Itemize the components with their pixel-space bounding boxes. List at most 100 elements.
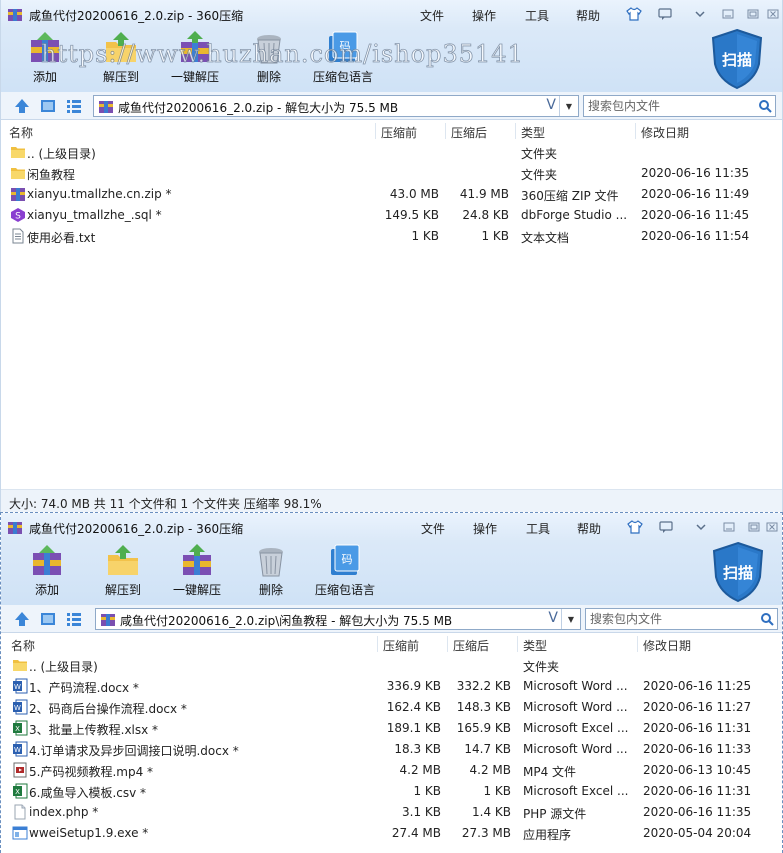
minimize-icon[interactable]: [720, 519, 738, 535]
col-after[interactable]: 压缩后: [451, 124, 487, 141]
svg-text:X: X: [15, 788, 20, 796]
path-dropdown-icon[interactable]: ▼: [561, 609, 580, 629]
scan-button[interactable]: 扫描: [709, 28, 765, 90]
col-name[interactable]: 名称: [9, 124, 33, 141]
skin-shirt-icon[interactable]: [626, 519, 644, 535]
file-row[interactable]: W 1、产码流程.docx * 336.9 KB 332.2 KB Microsoft …: [1, 675, 782, 696]
menu-file[interactable]: 文件: [420, 7, 444, 24]
file-row[interactable]: Sxianyu_tmallzhe_.sql * 149.5 KB 24.8 KB db…: [1, 204, 782, 225]
add-button[interactable]: 添加: [9, 30, 81, 85]
path-field[interactable]: 咸鱼代付20200616_2.0.zip\闲鱼教程 - 解包大小为 75.5 M…: [95, 608, 581, 630]
menu-tools[interactable]: 工具: [526, 520, 550, 537]
size-after: 1 KB: [483, 784, 511, 798]
menu-help[interactable]: 帮助: [576, 7, 600, 24]
maximize-icon[interactable]: [744, 6, 762, 22]
column-divider[interactable]: [635, 123, 636, 139]
path-field[interactable]: 咸鱼代付20200616_2.0.zip - 解包大小为 75.5 MB V ▼: [93, 95, 579, 117]
search-input[interactable]: [586, 609, 754, 629]
minimize-icon[interactable]: [719, 6, 737, 22]
scan-label: 扫描: [722, 564, 753, 582]
file-row[interactable]: .. (上级目录) 文件夹: [1, 654, 782, 675]
file-type: PHP 源文件: [523, 807, 587, 821]
col-date[interactable]: 修改日期: [643, 637, 691, 654]
file-row[interactable]: index.php * 3.1 KB 1.4 KB PHP 源文件 2020-06-16…: [1, 801, 782, 822]
file-row[interactable]: W 2、码商后台操作流程.docx * 162.4 KB 148.3 KB Micros…: [1, 696, 782, 717]
thumbnail-view-icon[interactable]: [39, 97, 57, 115]
menu-file[interactable]: 文件: [421, 520, 445, 537]
toolbar: 添加 解压到 一键解压 删除 码: [1, 541, 782, 605]
menu-operation[interactable]: 操作: [472, 7, 496, 24]
menu-chevron-icon[interactable]: [692, 519, 710, 535]
file-list: 名称 压缩前 压缩后 类型 修改日期 .. (上级目录) 文件夹 闲鱼教程 文件夹 20…: [1, 120, 782, 246]
file-row[interactable]: X 6.咸鱼导入模板.csv * 1 KB 1 KB Microsoft Excel .…: [1, 780, 782, 801]
delete-button[interactable]: 删除: [233, 30, 305, 85]
up-arrow-icon[interactable]: [13, 610, 31, 628]
archive-language-button[interactable]: 码 压缩包语言: [307, 30, 379, 85]
extract-to-button[interactable]: 解压到: [87, 543, 159, 598]
window-title: 咸鱼代付20200616_2.0.zip - 360压缩: [29, 9, 244, 23]
size-after: 1.4 KB: [472, 805, 511, 819]
col-name[interactable]: 名称: [11, 637, 35, 654]
skin-shirt-icon[interactable]: [625, 6, 643, 22]
message-icon[interactable]: [656, 6, 674, 22]
file-row[interactable]: W 4.订单请求及异步回调接口说明.docx * 18.3 KB 14.7 KB Mic…: [1, 738, 782, 759]
search-icon[interactable]: [758, 99, 772, 113]
file-row[interactable]: 闲鱼教程 文件夹 2020-06-16 11:35: [1, 162, 782, 183]
message-icon[interactable]: [657, 519, 675, 535]
file-row[interactable]: xianyu.tmallzhe.cn.zip * 43.0 MB 41.9 MB 36…: [1, 183, 782, 204]
archive-language-button[interactable]: 码 压缩包语言: [309, 543, 381, 598]
scan-button[interactable]: 扫描: [710, 541, 766, 603]
file-row[interactable]: wweiSetup1.9.exe * 27.4 MB 27.3 MB 应用程序 2020…: [1, 822, 782, 843]
search-icon[interactable]: [760, 612, 774, 626]
close-icon[interactable]: [764, 6, 782, 22]
menu-chevron-icon[interactable]: [691, 6, 709, 22]
file-row[interactable]: .. (上级目录) 文件夹: [1, 141, 782, 162]
menu-help[interactable]: 帮助: [577, 520, 601, 537]
one-click-extract-label: 一键解压: [170, 70, 219, 84]
modified-date: 2020-06-16 11:31: [643, 784, 752, 798]
col-date[interactable]: 修改日期: [641, 124, 689, 141]
col-type[interactable]: 类型: [521, 124, 545, 141]
delete-button[interactable]: 删除: [235, 543, 307, 598]
extract-to-label: 解压到: [104, 583, 141, 597]
file-type: 文件夹: [523, 660, 560, 674]
column-divider[interactable]: [515, 123, 516, 139]
extract-folder-icon: [108, 545, 138, 575]
close-icon[interactable]: [763, 519, 781, 535]
modified-date: 2020-06-16 11:33: [643, 742, 752, 756]
list-view-icon[interactable]: [65, 610, 83, 628]
up-arrow-icon[interactable]: [13, 97, 31, 115]
path-dropdown-icon[interactable]: ▼: [559, 96, 578, 116]
status-text: 大小: 74.0 MB 共 11 个文件和 1 个文件夹 压缩率 98.1%: [9, 497, 322, 511]
one-click-extract-button[interactable]: 一键解压: [161, 543, 233, 598]
folder-icon: [10, 144, 26, 160]
file-row[interactable]: 5.产码视频教程.mp4 * 4.2 MB 4.2 MB MP4 文件 2020-06-…: [1, 759, 782, 780]
col-type[interactable]: 类型: [523, 637, 547, 654]
file-type: Microsoft Word ...: [523, 742, 628, 756]
menu-operation[interactable]: 操作: [473, 520, 497, 537]
path-text: 咸鱼代付20200616_2.0.zip - 解包大小为 75.5 MB: [118, 101, 399, 115]
column-divider[interactable]: [445, 123, 446, 139]
col-before[interactable]: 压缩前: [383, 637, 419, 654]
file-row[interactable]: X 3、批量上传教程.xlsx * 189.1 KB 165.9 KB Microsof…: [1, 717, 782, 738]
column-divider[interactable]: [377, 636, 378, 652]
search-input[interactable]: [584, 96, 752, 116]
one-click-extract-button[interactable]: 一键解压: [159, 30, 231, 85]
archive-app-icon: [8, 9, 22, 21]
sql-icon: S: [10, 207, 26, 223]
column-divider[interactable]: [637, 636, 638, 652]
list-view-icon[interactable]: [65, 97, 83, 115]
column-divider[interactable]: [375, 123, 376, 139]
menu-tools[interactable]: 工具: [525, 7, 549, 24]
column-divider[interactable]: [447, 636, 448, 652]
trash-icon: [259, 548, 283, 577]
col-before[interactable]: 压缩前: [381, 124, 417, 141]
col-after[interactable]: 压缩后: [453, 637, 489, 654]
maximize-icon[interactable]: [745, 519, 763, 535]
file-row[interactable]: 使用必看.txt 1 KB 1 KB 文本文档 2020-06-16 11:54: [1, 225, 782, 246]
extract-to-button[interactable]: 解压到: [85, 30, 157, 85]
one-click-extract-icon: [181, 31, 209, 62]
add-button[interactable]: 添加: [11, 543, 83, 598]
thumbnail-view-icon[interactable]: [39, 610, 57, 628]
column-divider[interactable]: [517, 636, 518, 652]
